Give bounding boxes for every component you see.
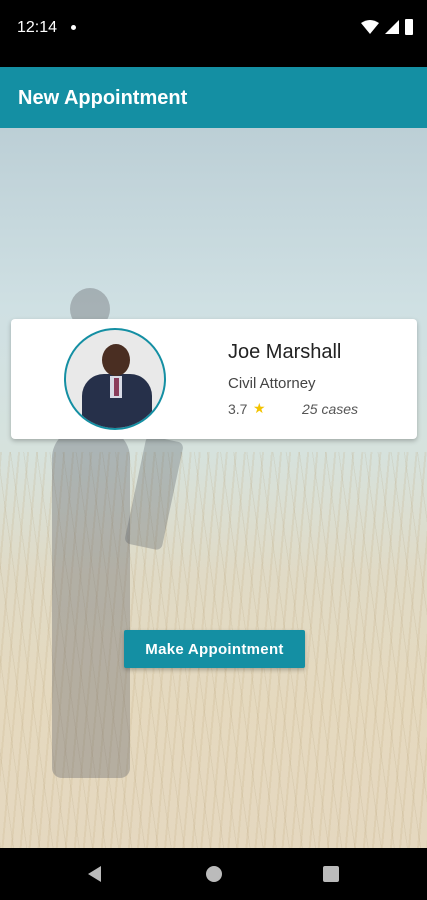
lawyer-rating: 3.7 bbox=[228, 401, 248, 417]
home-icon[interactable] bbox=[206, 866, 222, 882]
lawyer-name: Joe Marshall bbox=[228, 341, 342, 363]
status-icons bbox=[361, 19, 413, 35]
lawyer-title: Civil Attorney bbox=[228, 375, 316, 392]
back-icon[interactable] bbox=[88, 866, 101, 882]
recents-icon[interactable] bbox=[323, 866, 339, 882]
lawyer-card[interactable]: Joe Marshall Civil Attorney 3.7 ★ 25 cas… bbox=[11, 319, 417, 439]
wifi-icon bbox=[361, 20, 379, 34]
status-bar: 12:14 bbox=[0, 0, 427, 67]
system-nav-bar bbox=[0, 848, 427, 900]
app-bar: New Appointment bbox=[0, 67, 427, 128]
battery-icon bbox=[405, 19, 413, 35]
background-image: Joe Marshall Civil Attorney 3.7 ★ 25 cas… bbox=[0, 128, 427, 848]
avatar-tie bbox=[114, 378, 119, 396]
notification-dot-icon bbox=[71, 25, 76, 30]
status-time: 12:14 bbox=[17, 19, 58, 36]
make-appointment-button[interactable]: Make Appointment bbox=[124, 630, 305, 668]
star-icon: ★ bbox=[253, 400, 266, 416]
lawyer-cases: 25 cases bbox=[302, 401, 359, 417]
cellular-signal-icon bbox=[385, 20, 399, 34]
avatar-head bbox=[102, 344, 130, 376]
background-figure bbox=[52, 428, 130, 778]
avatar bbox=[64, 328, 166, 430]
page-title: New Appointment bbox=[18, 87, 188, 109]
